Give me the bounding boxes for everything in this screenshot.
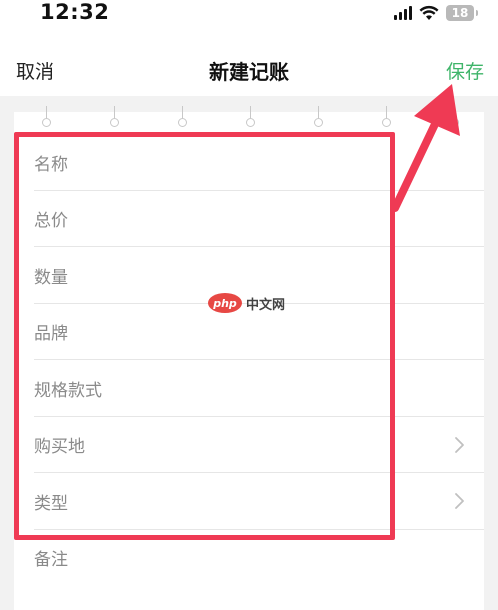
wifi-icon — [419, 5, 439, 20]
binding-ring-icon — [246, 106, 255, 127]
page-title: 新建记账 — [209, 60, 289, 84]
type-field[interactable]: 类型 — [14, 473, 484, 530]
binding-ring-icon — [42, 106, 51, 127]
remark-label: 备注 — [34, 550, 68, 571]
total-price-label: 总价 — [34, 211, 68, 232]
watermark-logo: php — [208, 293, 242, 313]
name-label: 名称 — [34, 154, 68, 175]
status-time: 12:32 — [40, 0, 110, 24]
record-form: 名称 总价 数量 品牌 规格款式 购买地 类型 备注 — [14, 134, 484, 586]
purchase-place-label: 购买地 — [34, 437, 85, 458]
battery-icon: 18 — [446, 5, 478, 21]
binding-ring-icon — [314, 106, 323, 127]
status-bar: 12:32 18 — [0, 0, 498, 28]
total-price-field[interactable]: 总价 — [14, 191, 484, 248]
binding-ring-icon — [178, 106, 187, 127]
remark-field[interactable]: 备注 — [14, 530, 484, 587]
signal-icon — [394, 6, 412, 20]
purchase-place-field[interactable]: 购买地 — [14, 417, 484, 474]
nav-bar: 取消 新建记账 保存 — [0, 48, 498, 92]
quantity-label: 数量 — [34, 267, 68, 288]
type-label: 类型 — [34, 493, 68, 514]
binding-ring-icon — [382, 106, 391, 127]
chevron-right-icon — [455, 436, 464, 453]
name-field[interactable]: 名称 — [14, 134, 484, 191]
spec-style-label: 规格款式 — [34, 380, 102, 401]
chevron-right-icon — [455, 493, 464, 509]
brand-label: 品牌 — [34, 324, 68, 345]
save-button[interactable]: 保存 — [446, 57, 484, 84]
watermark-text: 中文网 — [246, 297, 286, 313]
spec-style-field[interactable]: 规格款式 — [14, 360, 484, 417]
binding-ring-icon — [110, 106, 119, 127]
notebook-binding — [14, 104, 484, 132]
status-icons: 18 — [394, 4, 478, 22]
watermark: php 中文网 — [208, 293, 285, 313]
binding-ring-icon — [450, 106, 459, 127]
